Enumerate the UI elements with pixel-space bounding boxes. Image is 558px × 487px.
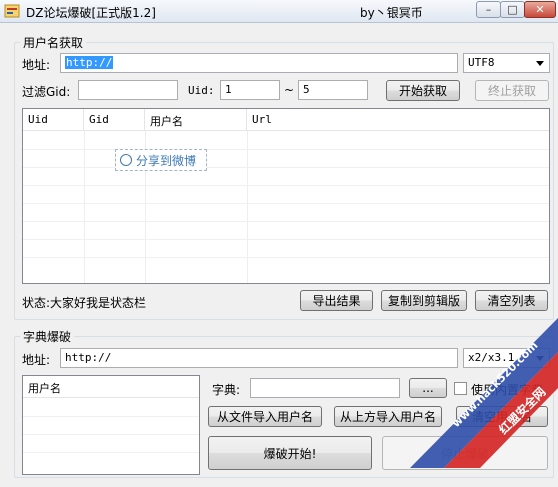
filter-gid-label: 过滤Gid: — [22, 85, 71, 99]
import-from-file-button[interactable]: 从文件导入用户名 — [208, 406, 322, 427]
column-url[interactable]: Url — [247, 109, 549, 131]
address-label: 地址: — [22, 58, 51, 72]
minimize-button[interactable]: – — [476, 1, 501, 18]
minimize-icon: – — [485, 3, 492, 16]
weibo-icon — [120, 154, 132, 166]
title-bar: DZ论坛爆破[正式版1.2] by丶银冥币 – □ ✕ — [0, 0, 558, 23]
author-credit: by丶银冥币 — [360, 6, 423, 20]
clear-list-button[interactable]: 清空列表 — [475, 290, 548, 311]
username-list[interactable]: 用户名 — [22, 375, 200, 475]
row-divider — [23, 149, 549, 150]
range-separator: ~ — [284, 83, 295, 97]
dict-address-label: 地址: — [22, 353, 51, 367]
row-divider — [23, 221, 549, 222]
username-list-header: 用户名 — [23, 376, 199, 398]
column-username[interactable]: 用户名 — [145, 109, 247, 131]
copy-to-clipboard-button[interactable]: 复制到剪辑版 — [381, 290, 467, 311]
row-divider — [23, 257, 549, 258]
column-divider — [247, 131, 248, 283]
dict-group-label: 字典爆破 — [20, 328, 75, 345]
column-dict-username[interactable]: 用户名 — [23, 376, 199, 398]
uid-to-input[interactable]: 5 — [298, 80, 368, 100]
column-gid[interactable]: Gid — [84, 109, 145, 131]
column-divider — [84, 131, 85, 283]
address-input[interactable]: http:// — [60, 53, 458, 73]
start-fetch-button[interactable]: 开始获取 — [386, 80, 460, 101]
chevron-down-icon — [536, 61, 544, 66]
stop-fetch-button[interactable]: 终止获取 — [475, 80, 549, 101]
row-divider — [23, 434, 199, 435]
row-divider — [23, 185, 549, 186]
uid-label: Uid: — [188, 84, 215, 97]
close-button[interactable]: ✕ — [524, 1, 556, 18]
dict-label: 字典: — [212, 383, 241, 397]
results-list[interactable]: Uid Gid 用户名 Url — [22, 108, 550, 284]
share-to-weibo-label: 分享到微博 — [136, 153, 197, 168]
row-divider — [23, 167, 549, 168]
fetch-group-label: 用户名获取 — [20, 34, 87, 51]
row-divider — [23, 416, 199, 417]
window-title: DZ论坛爆破[正式版1.2] — [26, 6, 156, 20]
column-uid[interactable]: Uid — [23, 109, 84, 131]
dict-path-input[interactable] — [250, 378, 400, 398]
maximize-icon: □ — [507, 3, 518, 16]
uid-from-input[interactable]: 1 — [220, 80, 280, 100]
start-crack-button[interactable]: 爆破开始! — [208, 436, 372, 470]
row-divider — [23, 452, 199, 453]
row-divider — [23, 239, 549, 240]
share-to-weibo-popup[interactable]: 分享到微博 — [115, 149, 207, 171]
status-text: 状态:大家好我是状态栏 — [22, 296, 147, 310]
dict-address-input[interactable]: http:// — [60, 348, 458, 368]
results-list-header: Uid Gid 用户名 Url — [23, 109, 549, 131]
encoding-select[interactable]: UTF8 — [463, 53, 550, 73]
app-icon — [4, 4, 20, 18]
row-divider — [23, 203, 549, 204]
maximize-button[interactable]: □ — [500, 1, 525, 18]
export-results-button[interactable]: 导出结果 — [300, 290, 373, 311]
filter-gid-input[interactable] — [78, 80, 178, 100]
close-icon: ✕ — [535, 3, 545, 16]
